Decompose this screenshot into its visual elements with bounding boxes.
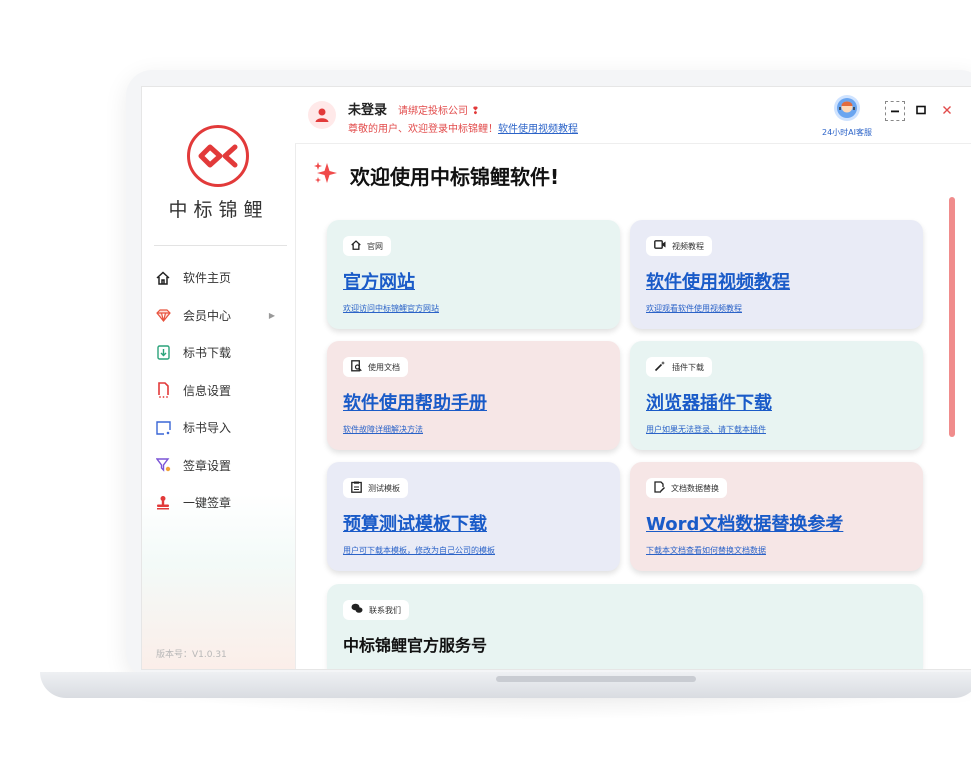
card-title[interactable]: 预算测试模板下载 bbox=[343, 510, 487, 536]
sidebar-menu: 软件主页 会员中心 ▶ 标书下载 信息设置 标书导入 签章设置 一键签章 bbox=[142, 259, 295, 522]
card-help-manual[interactable]: 使用文档 软件使用帮助手册 软件故障详细解决方法 bbox=[327, 341, 620, 450]
page-title-row: 欢迎使用中标锦鲤软件! bbox=[295, 143, 971, 195]
sidebar-item-label: 信息设置 bbox=[183, 383, 232, 398]
card-title[interactable]: 浏览器插件下载 bbox=[646, 389, 772, 415]
card-tag-label: 测试模板 bbox=[368, 483, 400, 493]
card-desc[interactable]: 用户可下载本模板，修改为自己公司的模板 bbox=[343, 545, 495, 556]
card-official-site[interactable]: 官网 官方网站 欢迎访问中标锦鲤官方网站 bbox=[327, 220, 620, 329]
sidebar-item-download[interactable]: 标书下载 bbox=[142, 334, 295, 372]
card-tag: 官网 bbox=[343, 236, 391, 256]
sidebar-item-info-settings[interactable]: 信息设置 bbox=[142, 372, 295, 410]
wechat-icon bbox=[351, 603, 363, 617]
import-icon bbox=[155, 420, 171, 436]
contact-title: 中标锦鲤官方服务号 bbox=[343, 636, 488, 655]
user-avatar-icon[interactable] bbox=[308, 101, 336, 129]
card-tag-label: 文档数据替换 bbox=[671, 483, 719, 493]
download-doc-icon bbox=[155, 345, 171, 361]
maximize-button[interactable] bbox=[912, 101, 930, 119]
welcome-text: 尊敬的用户、欢迎登录中标锦鲤！ bbox=[348, 124, 498, 135]
card-desc[interactable]: 欢迎访问中标锦鲤官方网站 bbox=[343, 303, 439, 314]
diamond-icon bbox=[155, 307, 171, 323]
card-desc[interactable]: 下载本文档查看如何替换文档数据 bbox=[646, 545, 766, 556]
close-icon bbox=[943, 106, 951, 114]
card-tag-label: 插件下载 bbox=[672, 362, 704, 372]
card-desc[interactable]: 软件故障详细解决方法 bbox=[343, 424, 423, 435]
ai-service[interactable]: 24小时AI客服 bbox=[811, 95, 883, 138]
seal-settings-icon bbox=[155, 457, 171, 473]
card-plugin-download[interactable]: 插件下载 浏览器插件下载 用户如果无法登录、请下载本插件 bbox=[630, 341, 923, 450]
card-tag: 文档数据替换 bbox=[646, 478, 727, 498]
sidebar-item-label: 会员中心 bbox=[183, 308, 232, 323]
card-title[interactable]: 软件使用帮助手册 bbox=[343, 389, 487, 415]
card-test-template[interactable]: 测试模板 预算测试模板下载 用户可下载本模板，修改为自己公司的模板 bbox=[327, 462, 620, 571]
card-desc[interactable]: 用户如果无法登录、请下载本插件 bbox=[646, 424, 766, 435]
card-tag: 视频教程 bbox=[646, 236, 712, 256]
sidebar-item-label: 软件主页 bbox=[183, 271, 232, 286]
card-tag: 联系我们 bbox=[343, 600, 409, 620]
sidebar: 中标锦鲤 软件主页 会员中心 ▶ 标书下载 信息设置 标书导入 签章设置 一键签… bbox=[142, 87, 296, 669]
card-contact-us[interactable]: 联系我们 中标锦鲤官方服务号 bbox=[327, 584, 923, 669]
card-word-replace[interactable]: 文档数据替换 Word文档数据替换参考 下载本文档查看如何替换文档数据 bbox=[630, 462, 923, 571]
brand-name: 中标锦鲤 bbox=[168, 199, 269, 221]
video-tutorial-link[interactable]: 软件使用视频教程 bbox=[498, 124, 578, 135]
card-tag: 测试模板 bbox=[343, 478, 408, 498]
card-tag-label: 视频教程 bbox=[672, 241, 704, 251]
card-tag-label: 官网 bbox=[367, 241, 383, 251]
welcome-message: 尊敬的用户、欢迎登录中标锦鲤！软件使用视频教程 bbox=[348, 120, 578, 135]
home-icon bbox=[351, 239, 361, 253]
page-title: 欢迎使用中标锦鲤软件! bbox=[350, 165, 560, 189]
sparkle-icon bbox=[313, 161, 339, 190]
sidebar-item-label: 标书下载 bbox=[183, 346, 232, 361]
laptop-notch bbox=[496, 676, 696, 682]
logo-icon bbox=[187, 125, 249, 187]
card-tag: 使用文档 bbox=[343, 357, 408, 377]
app-window: 中标锦鲤 软件主页 会员中心 ▶ 标书下载 信息设置 标书导入 签章设置 一键签… bbox=[141, 86, 971, 670]
scrollbar-thumb[interactable] bbox=[949, 197, 955, 437]
sidebar-item-home[interactable]: 软件主页 bbox=[142, 259, 295, 297]
stamp-icon bbox=[155, 495, 171, 511]
version-label: 版本号：V1.0.31 bbox=[156, 650, 227, 660]
ai-agent-icon bbox=[834, 95, 860, 121]
pin-icon: ❢ bbox=[471, 106, 480, 117]
card-title[interactable]: 官方网站 bbox=[343, 268, 415, 294]
sidebar-divider bbox=[154, 245, 287, 246]
minimize-button[interactable] bbox=[885, 101, 905, 121]
document-edit-icon bbox=[654, 480, 665, 496]
card-title[interactable]: 软件使用视频教程 bbox=[646, 268, 790, 294]
bind-company-text: 请绑定投标公司 bbox=[398, 106, 468, 117]
sidebar-item-seal-settings[interactable]: 签章设置 bbox=[142, 447, 295, 485]
card-video-tutorial[interactable]: 视频教程 软件使用视频教程 欢迎观看软件使用视频教程 bbox=[630, 220, 923, 329]
card-tag: 插件下载 bbox=[646, 357, 712, 377]
chevron-right-icon: ▶ bbox=[268, 310, 275, 320]
sidebar-item-label: 签章设置 bbox=[183, 458, 232, 473]
home-icon bbox=[155, 270, 171, 286]
clipboard-icon bbox=[351, 481, 362, 496]
login-status[interactable]: 未登录 bbox=[348, 99, 387, 118]
sidebar-item-label: 标书导入 bbox=[183, 421, 232, 436]
sidebar-item-import[interactable]: 标书导入 bbox=[142, 409, 295, 447]
sidebar-item-membership[interactable]: 会员中心 ▶ bbox=[142, 297, 295, 335]
card-desc[interactable]: 欢迎观看软件使用视频教程 bbox=[646, 303, 742, 314]
document-search-icon bbox=[351, 359, 362, 375]
card-tag-label: 使用文档 bbox=[368, 362, 400, 372]
sidebar-item-label: 一键签章 bbox=[183, 496, 232, 511]
card-tag-label: 联系我们 bbox=[369, 605, 401, 615]
header-bar: 未登录 请绑定投标公司 ❢ 尊敬的用户、欢迎登录中标锦鲤！软件使用视频教程 24… bbox=[295, 87, 971, 144]
close-button[interactable] bbox=[938, 101, 956, 119]
card-title[interactable]: Word文档数据替换参考 bbox=[646, 510, 843, 536]
ai-service-label: 24小时AI客服 bbox=[821, 128, 872, 137]
magic-wand-icon bbox=[654, 360, 666, 375]
info-doc-icon bbox=[155, 382, 171, 399]
video-camera-icon bbox=[654, 240, 666, 252]
sidebar-item-one-click-seal[interactable]: 一键签章 bbox=[142, 484, 295, 522]
bind-company-link[interactable]: 请绑定投标公司 ❢ bbox=[398, 102, 480, 117]
